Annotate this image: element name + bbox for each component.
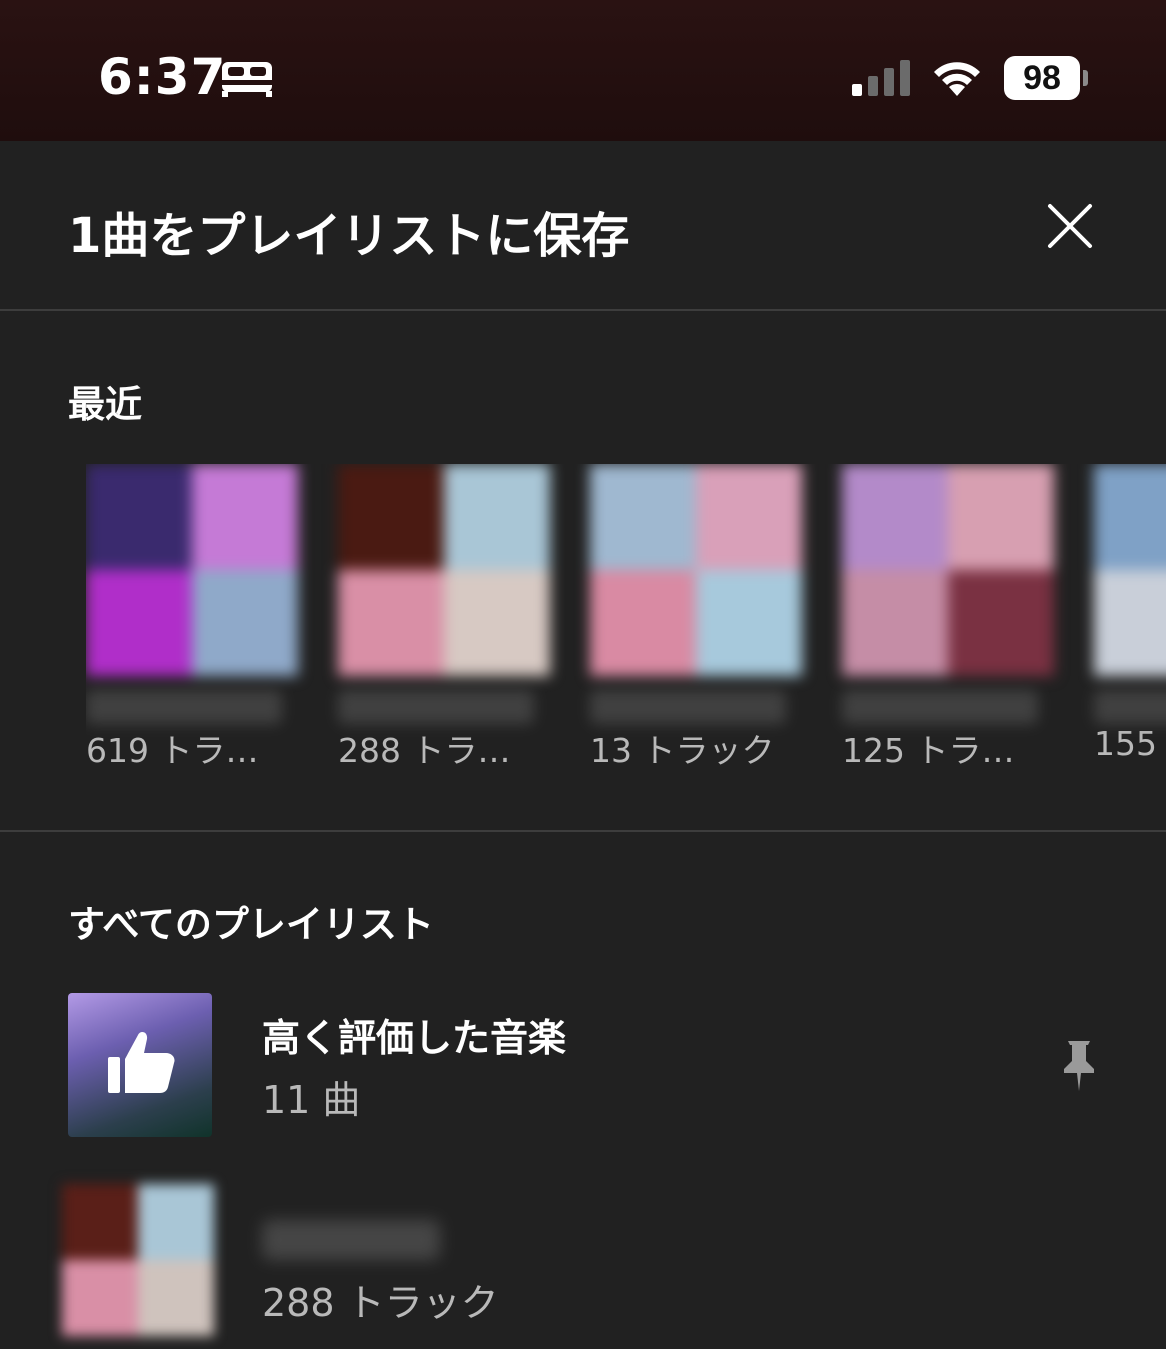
- playlist-thumbnail: [338, 464, 550, 676]
- playlist-thumbnail: [590, 464, 802, 676]
- sheet-title: 1曲をプレイリストに保存: [68, 208, 630, 264]
- status-time: 6:37: [98, 48, 227, 106]
- battery-tip: [1083, 70, 1088, 86]
- cellular-signal-icon: [852, 60, 910, 96]
- thumbnail-tile: [138, 1184, 214, 1260]
- section-divider: [0, 830, 1166, 832]
- playlist-name-blurred: [590, 690, 786, 724]
- thumbnail-tile: [696, 464, 802, 570]
- recent-playlist-card[interactable]: 155: [1094, 464, 1166, 763]
- recent-playlist-card[interactable]: 288 トラ…: [338, 464, 556, 772]
- thumbnail-tile: [86, 464, 192, 570]
- playlist-title-blurred: [262, 1220, 440, 1260]
- playlist-row-liked-music[interactable]: 高く評価した音楽 11 曲: [0, 993, 1166, 1153]
- thumbnail-tile: [192, 570, 298, 676]
- playlist-title: 高く評価した音楽: [262, 1016, 567, 1060]
- playlist-name-blurred: [338, 690, 534, 724]
- pin-icon: [1064, 1041, 1094, 1091]
- playlist-subtitle: 11 曲: [262, 1078, 361, 1122]
- playlist-thumbnail: [62, 1184, 214, 1336]
- playlist-thumbnail: [842, 464, 1054, 676]
- playlist-thumbnail: [86, 464, 298, 676]
- thumb-up-icon: [108, 1031, 175, 1093]
- thumbnail-tile: [1094, 570, 1166, 676]
- thumbnail-tile: [842, 464, 948, 570]
- thumbnail-tile: [444, 464, 550, 570]
- liked-music-thumbnail: [68, 993, 212, 1137]
- thumbnail-tile: [842, 570, 948, 676]
- playlist-name-blurred: [842, 690, 1038, 724]
- playlist-track-count: 155: [1094, 724, 1157, 763]
- bed-icon: [222, 62, 272, 97]
- thumbnail-tile: [338, 464, 444, 570]
- playlist-track-count: 619 トラ…: [86, 731, 259, 770]
- header-divider: [0, 309, 1166, 311]
- thumbnail-tile: [696, 570, 802, 676]
- thumbnail-tile: [62, 1260, 138, 1336]
- battery-level: 98: [1004, 56, 1080, 100]
- thumbnail-tile: [948, 570, 1054, 676]
- playlist-thumbnail: [1094, 464, 1166, 676]
- recent-playlist-card[interactable]: 619 トラ…: [86, 464, 304, 772]
- playlist-subtitle: 288 トラック: [262, 1281, 499, 1325]
- thumbnail-tile: [86, 570, 192, 676]
- thumbnail-tile: [1094, 464, 1166, 570]
- thumbnail-tile: [590, 570, 696, 676]
- thumbnail-tile: [590, 464, 696, 570]
- thumbnail-tile: [444, 570, 550, 676]
- thumbnail-tile: [338, 570, 444, 676]
- wifi-icon: [934, 62, 980, 96]
- battery-icon: 98: [1004, 56, 1090, 100]
- thumbnail-tile: [138, 1260, 214, 1336]
- playlist-track-count: 13 トラック: [590, 731, 775, 770]
- playlist-track-count: 288 トラ…: [338, 731, 511, 770]
- thumbnail-tile: [62, 1184, 138, 1260]
- playlist-name-blurred: [1094, 690, 1166, 724]
- thumbnail-tile: [948, 464, 1054, 570]
- playlist-name-blurred: [86, 690, 282, 724]
- status-bar: 6:37 98: [0, 0, 1166, 141]
- recent-section-title: 最近: [68, 383, 142, 426]
- all-playlists-section-title: すべてのプレイリスト: [68, 903, 434, 946]
- close-icon[interactable]: [1036, 192, 1104, 260]
- recent-playlists-carousel[interactable]: 619 トラ… 288 トラ… 13 トラック 125 トラ… 155: [86, 464, 1166, 784]
- playlist-row[interactable]: 288 トラック: [0, 1184, 1166, 1344]
- thumbnail-tile: [192, 464, 298, 570]
- recent-playlist-card[interactable]: 13 トラック: [590, 464, 808, 772]
- recent-playlist-card[interactable]: 125 トラ…: [842, 464, 1060, 772]
- playlist-track-count: 125 トラ…: [842, 731, 1015, 770]
